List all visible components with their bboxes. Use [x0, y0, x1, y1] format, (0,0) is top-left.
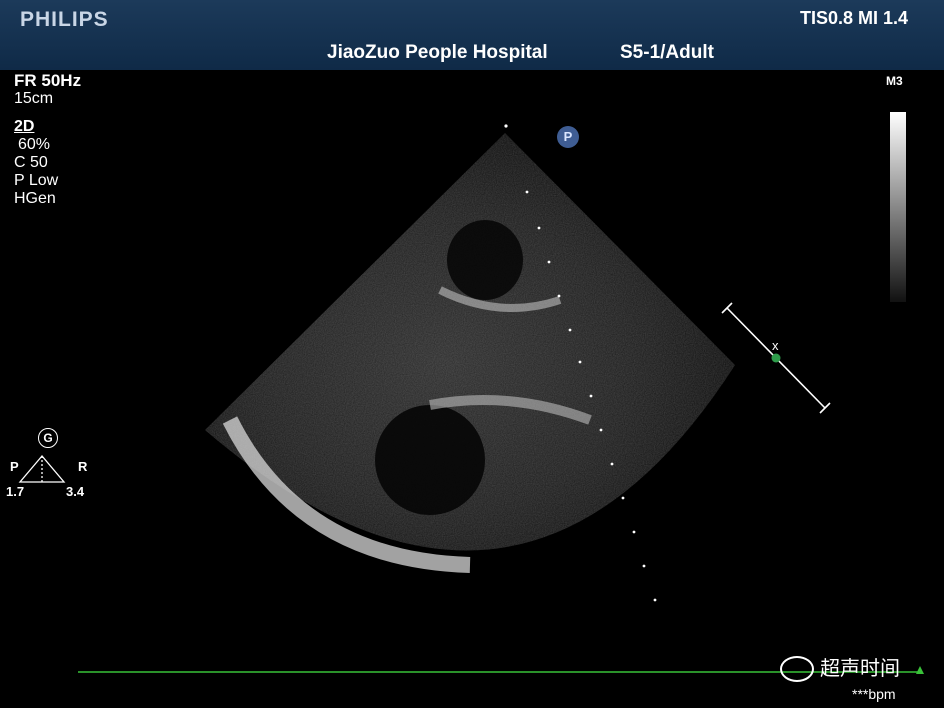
imaging-parameters: FR 50Hz 15cm 2D 60% C 50 P Low HGen [14, 72, 81, 208]
watermark-text: 超声时间 [820, 658, 900, 680]
grayscale-bar [890, 112, 906, 302]
gain-indicator: G P R 1.7 3.4 [6, 428, 92, 499]
wechat-icon [780, 656, 814, 682]
frame-rate: FR 50Hz [14, 71, 82, 90]
persistence-value: P Low [14, 172, 59, 189]
mode-label: 2D [14, 118, 35, 135]
compression-value: C 50 [14, 154, 48, 171]
heart-rate: ***bpm [852, 686, 896, 702]
ecg-marker [916, 666, 924, 674]
scan-sector [205, 133, 735, 573]
gain-label: G [38, 428, 58, 448]
frequency-value: HGen [14, 190, 56, 207]
gain-left-value: 1.7 [6, 484, 25, 499]
gain-right-value: 3.4 [66, 484, 85, 499]
gain-value: 60% [18, 136, 51, 153]
depth: 15cm [14, 90, 54, 107]
cavity-dark-region [447, 220, 523, 300]
caliper-x-marker: x [772, 338, 779, 353]
orientation-marker-icon: P [557, 126, 579, 148]
gain-left-label: P [10, 459, 19, 474]
gain-right-label: R [78, 459, 88, 474]
focus-caliper[interactable] [721, 302, 831, 414]
ultrasound-image: x [18, 124, 924, 674]
focus-dot[interactable] [771, 353, 781, 363]
chamber-dark-region [375, 405, 485, 515]
grayscale-map-label: M3 [886, 74, 903, 88]
